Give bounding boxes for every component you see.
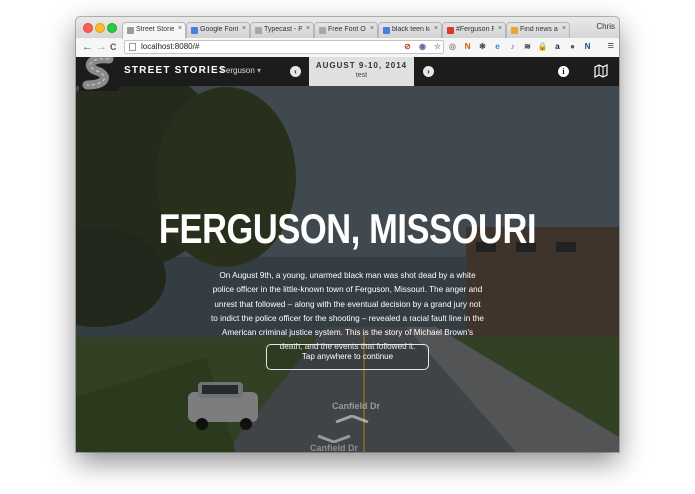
gear-icon[interactable]: ✱ bbox=[477, 41, 488, 52]
browser-tab[interactable]: Free Font Ou × bbox=[314, 22, 378, 38]
browser-window: Street Stories×Google Fonts×Typecast - P… bbox=[76, 17, 619, 452]
globe-icon[interactable]: e bbox=[492, 41, 503, 52]
street-stories-logo[interactable] bbox=[79, 57, 119, 91]
close-window-button[interactable] bbox=[83, 23, 93, 33]
tab-close-icon[interactable]: × bbox=[562, 25, 566, 32]
tab-close-icon[interactable]: × bbox=[434, 25, 438, 32]
move-forward-chevron[interactable] bbox=[334, 415, 370, 423]
block-icon[interactable]: ⊘ bbox=[402, 41, 413, 52]
tab-close-icon[interactable]: × bbox=[178, 25, 182, 32]
tab-favicon-icon bbox=[319, 27, 326, 34]
tab-label: Find news an bbox=[520, 26, 558, 33]
zoom-window-button[interactable] bbox=[107, 23, 117, 33]
reload-button[interactable]: C bbox=[110, 40, 117, 54]
browser-tab[interactable]: Typecast - Pi × bbox=[250, 22, 314, 38]
location-label: Ferguson bbox=[221, 66, 255, 75]
brand-title[interactable]: STREET STORIES bbox=[124, 65, 227, 76]
dark-overlay bbox=[76, 57, 619, 452]
profile-button[interactable]: Chris bbox=[596, 22, 615, 31]
layers-icon[interactable]: ≋ bbox=[522, 41, 533, 52]
lock-icon[interactable]: 🔒 bbox=[537, 41, 548, 52]
hero-description: On August 9th, a young, unarmed black ma… bbox=[211, 271, 484, 352]
street-label: Canfield Dr bbox=[332, 401, 381, 411]
tab-favicon-icon bbox=[447, 27, 454, 34]
browser-tab[interactable]: Find news an × bbox=[506, 22, 570, 38]
street-label: Canfield Dr bbox=[310, 443, 359, 452]
forward-button[interactable]: → bbox=[96, 40, 107, 54]
tab-label: Google Fonts bbox=[200, 26, 238, 33]
map-icon[interactable] bbox=[594, 64, 608, 78]
new-badge-icon[interactable]: N bbox=[462, 41, 473, 52]
tab-favicon-icon bbox=[191, 27, 198, 34]
tab-label: Street Stories bbox=[136, 26, 174, 33]
n-icon[interactable]: N bbox=[582, 41, 593, 52]
tab-favicon-icon bbox=[127, 27, 134, 34]
star-icon[interactable]: ☆ bbox=[432, 41, 443, 52]
app-header: STREET STORIES Ferguson ▾ ‹ AUGUST 9-10,… bbox=[76, 57, 619, 91]
tab-label: Free Font Ou bbox=[328, 26, 366, 33]
browser-tab[interactable]: #Ferguson Fi × bbox=[442, 22, 506, 38]
date-title: AUGUST 9-10, 2014 bbox=[315, 61, 408, 70]
amazon-icon[interactable]: a bbox=[552, 41, 563, 52]
tab-close-icon[interactable]: × bbox=[498, 25, 502, 32]
page-icon bbox=[129, 43, 136, 51]
chevron-down-icon: ▾ bbox=[257, 66, 262, 75]
tab-favicon-icon bbox=[511, 27, 518, 34]
address-bar[interactable]: localhost:8080/# bbox=[124, 40, 444, 54]
circle-icon[interactable]: ● bbox=[567, 41, 578, 52]
tab-label: #Ferguson Fi bbox=[456, 26, 494, 33]
date-subtitle: test bbox=[355, 72, 368, 79]
move-backward-chevron[interactable] bbox=[316, 435, 352, 443]
next-button[interactable]: › bbox=[423, 66, 434, 77]
tab-label: black teen ki bbox=[392, 26, 430, 33]
browser-tab[interactable]: Google Fonts × bbox=[186, 22, 250, 38]
hero-title: FERGUSON, MISSOURI bbox=[158, 205, 537, 252]
browser-tab[interactable]: black teen ki × bbox=[378, 22, 442, 38]
url-text: localhost:8080/# bbox=[141, 42, 200, 51]
previous-button[interactable]: ‹ bbox=[290, 66, 301, 77]
tab-label: Typecast - Pi bbox=[264, 26, 302, 33]
continue-button[interactable]: Tap anywhere to continue bbox=[266, 344, 429, 370]
back-button[interactable]: ← bbox=[82, 40, 93, 54]
minimize-window-button[interactable] bbox=[95, 23, 105, 33]
tab-strip: Street Stories×Google Fonts×Typecast - P… bbox=[76, 17, 619, 39]
location-selector[interactable]: Ferguson ▾ bbox=[221, 66, 261, 75]
tab-favicon-icon bbox=[383, 27, 390, 34]
menu-icon[interactable]: ≡ bbox=[608, 40, 614, 52]
date-panel[interactable]: AUGUST 9-10, 2014 test bbox=[309, 57, 414, 86]
info-icon[interactable]: i bbox=[558, 66, 569, 77]
browser-toolbar: ← → C localhost:8080/# ⊘ ◉ ☆ ◎ N ✱ e ♪ ≋ 🔒 a ● N ≡ bbox=[76, 38, 619, 58]
tab-close-icon[interactable]: × bbox=[306, 25, 310, 32]
music-icon[interactable]: ♪ bbox=[507, 41, 518, 52]
tab-close-icon[interactable]: × bbox=[370, 25, 374, 32]
camera-icon[interactable]: ◎ bbox=[447, 41, 458, 52]
tab-close-icon[interactable]: × bbox=[242, 25, 246, 32]
color-icon[interactable]: ◉ bbox=[417, 41, 428, 52]
tab-favicon-icon bbox=[255, 27, 262, 34]
street-stories-page[interactable]: Canfield Dr Canfield Dr STREET STORIES F… bbox=[76, 57, 619, 452]
browser-tab[interactable]: Street Stories × bbox=[122, 22, 186, 39]
